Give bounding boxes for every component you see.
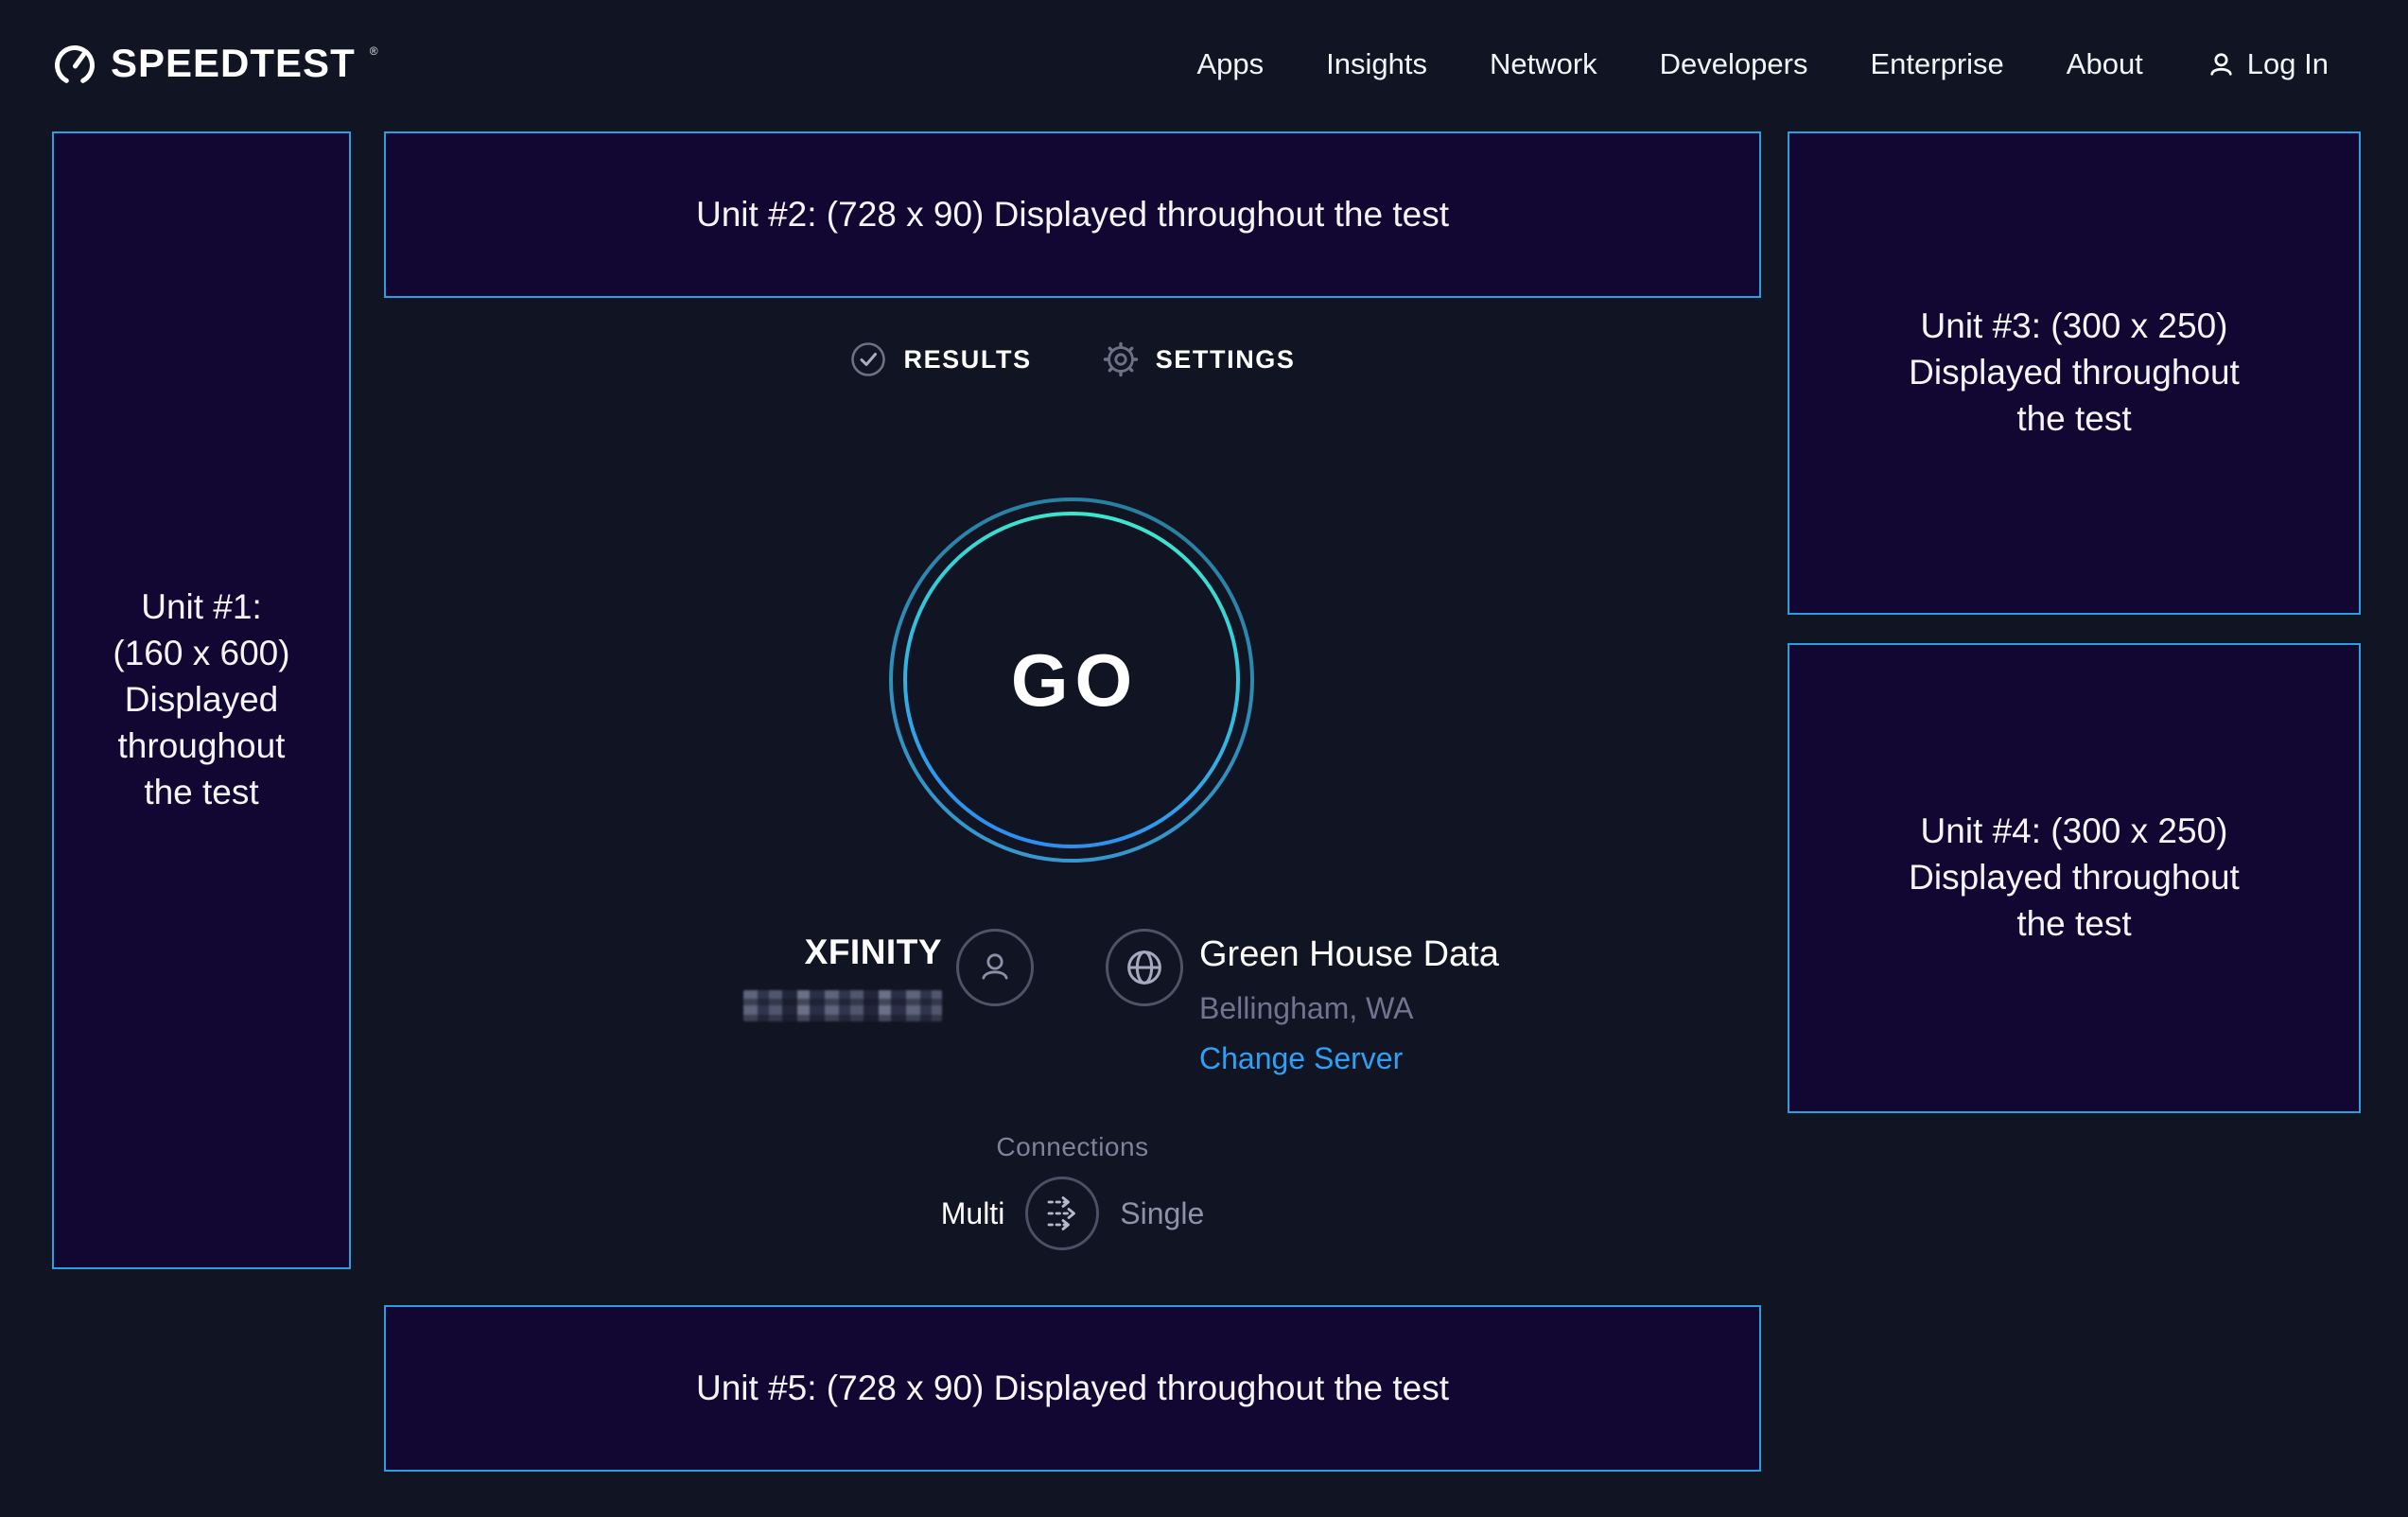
mode-multi-label[interactable]: Multi — [941, 1196, 1005, 1231]
server-avatar — [1106, 929, 1183, 1006]
check-circle-icon — [849, 340, 887, 378]
multi-arrows-icon — [1041, 1194, 1083, 1232]
nav-link-insights[interactable]: Insights — [1326, 47, 1427, 81]
isp-avatar — [956, 929, 1034, 1006]
top-nav: SPEEDTEST ® Apps Insights Network Develo… — [0, 0, 2408, 129]
nav-link-network[interactable]: Network — [1490, 47, 1597, 81]
ad-unit-3: Unit #3: (300 x 250) Displayed throughou… — [1788, 131, 2361, 615]
connections-heading: Connections — [384, 1132, 1761, 1162]
user-icon — [2206, 49, 2237, 80]
connection-mode-toggle[interactable] — [1025, 1177, 1099, 1250]
nav-link-enterprise[interactable]: Enterprise — [1870, 47, 2003, 81]
login-button[interactable]: Log In — [2206, 47, 2329, 81]
person-icon — [974, 947, 1016, 988]
tabs-row: RESULTS SETTINGS — [384, 340, 1761, 378]
nav-links: Apps Insights Network Developers Enterpr… — [1196, 47, 2329, 81]
nav-link-developers[interactable]: Developers — [1660, 47, 1808, 81]
ad-unit-4: Unit #4: (300 x 250) Displayed throughou… — [1788, 643, 2361, 1113]
server-location: Bellingham, WA — [1199, 990, 1499, 1026]
tab-settings[interactable]: SETTINGS — [1102, 340, 1296, 378]
globe-icon — [1122, 945, 1167, 990]
ad-unit-2: Unit #2: (728 x 90) Displayed throughout… — [384, 131, 1761, 298]
nav-link-about[interactable]: About — [2067, 47, 2143, 81]
go-label: GO — [1004, 637, 1139, 724]
ad-unit-2-text: Unit #2: (728 x 90) Displayed throughout… — [696, 192, 1449, 238]
nav-link-apps[interactable]: Apps — [1196, 47, 1264, 81]
logo-trademark: ® — [370, 44, 378, 58]
isp-name: XFINITY — [743, 932, 942, 973]
ad-unit-3-text: Unit #3: (300 x 250) Displayed throughou… — [1909, 304, 2240, 442]
tab-results[interactable]: RESULTS — [849, 340, 1031, 378]
ad-unit-5: Unit #5: (728 x 90) Displayed throughout… — [384, 1305, 1761, 1472]
go-button[interactable]: GO — [887, 496, 1256, 864]
ad-unit-1-text: Unit #1: (160 x 600) Displayed throughou… — [113, 584, 289, 815]
ad-unit-4-text: Unit #4: (300 x 250) Displayed throughou… — [1909, 809, 2240, 947]
server-block: Green House Data Bellingham, WA Change S… — [1199, 933, 1499, 1076]
change-server-link[interactable]: Change Server — [1199, 1040, 1403, 1076]
server-name: Green House Data — [1199, 933, 1499, 975]
logo-text: SPEEDTEST — [111, 41, 356, 86]
ad-unit-1: Unit #1: (160 x 600) Displayed throughou… — [52, 131, 351, 1269]
redacted-ip-blur — [743, 990, 942, 1021]
mode-single-label[interactable]: Single — [1120, 1196, 1204, 1231]
ad-unit-5-text: Unit #5: (728 x 90) Displayed throughout… — [696, 1366, 1449, 1412]
speedometer-icon — [52, 43, 97, 88]
login-label: Log In — [2247, 47, 2329, 81]
connections-mode-row: Multi Single — [384, 1177, 1761, 1250]
isp-block: XFINITY — [743, 932, 942, 1021]
gear-icon — [1102, 340, 1140, 378]
tab-settings-label: SETTINGS — [1156, 345, 1296, 375]
tab-results-label: RESULTS — [903, 345, 1031, 375]
speedtest-logo[interactable]: SPEEDTEST ® — [52, 41, 378, 88]
